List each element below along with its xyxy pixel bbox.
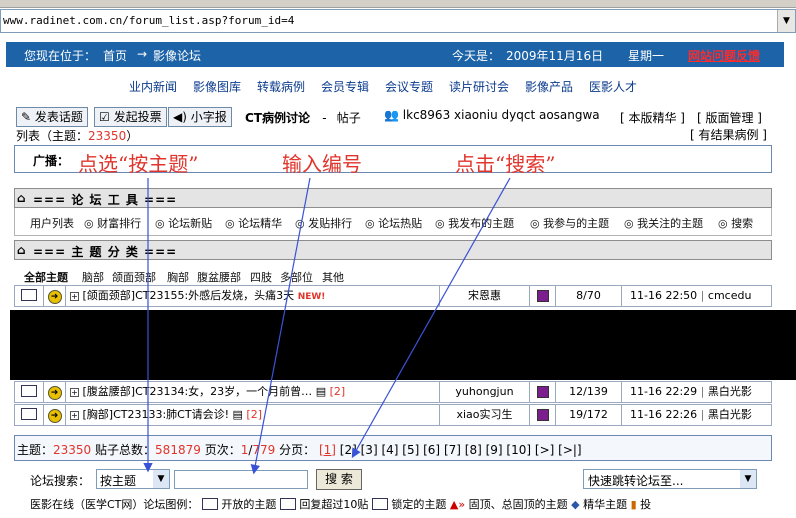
arrow-to-search-input xyxy=(250,177,311,475)
arrow-to-search-button xyxy=(351,177,511,459)
instruction-arrows xyxy=(143,177,511,475)
